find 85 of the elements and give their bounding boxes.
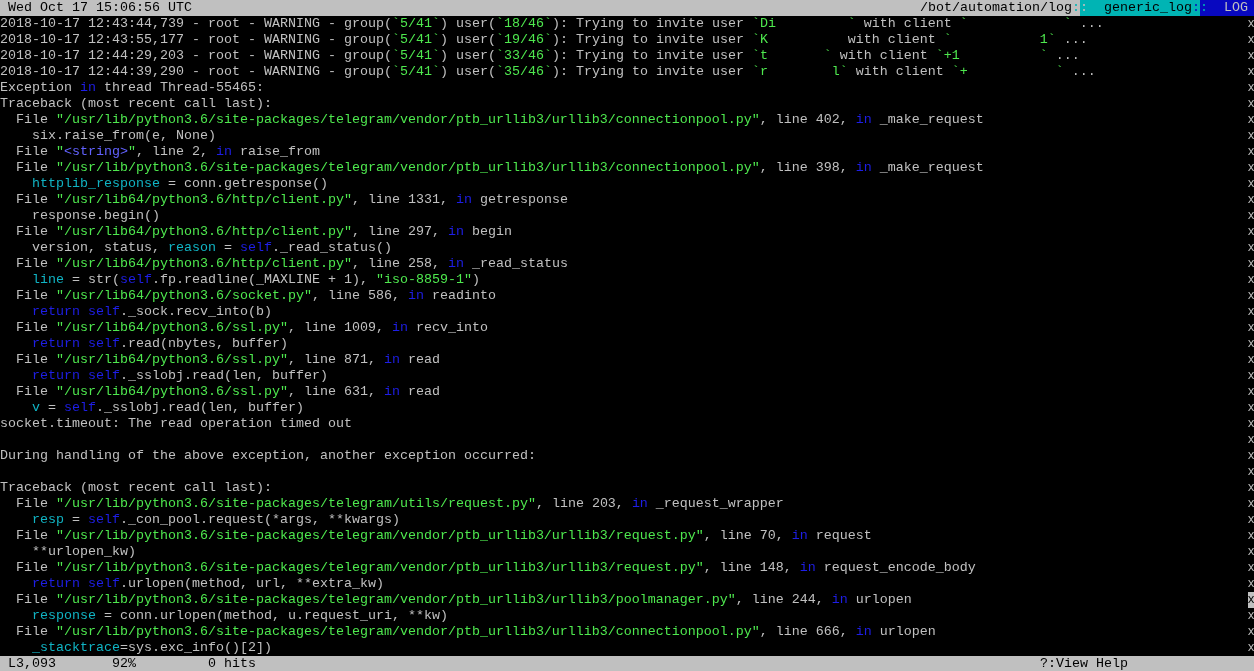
scrollbar-mark: x: [1248, 240, 1254, 256]
scrollbar-mark: x: [1248, 528, 1254, 544]
scrollbar-mark: x: [1248, 96, 1254, 112]
traceback-frame: File "/usr/lib64/python3.6/ssl.py", line 871, in read: [16, 352, 440, 367]
source-line: line = str(self.fp.readline(_MAXLINE + 1), "iso-8859-1"): [32, 272, 480, 287]
scrollbar-mark: x: [1248, 128, 1254, 144]
traceback-frame: File "/usr/lib/python3.6/site-packages/telegram/vendor/ptb_urllib3/urllib3/request.py", line 70, in request: [16, 528, 872, 543]
clock: Wed Oct 17 15:06:56 UTC: [8, 0, 192, 16]
scrollbar-mark: x: [1248, 160, 1254, 176]
scrollbar-mark: x: [1248, 608, 1254, 624]
scrollbar-mark: x: [1248, 224, 1254, 240]
scrollbar-mark: x: [1248, 512, 1254, 528]
source-line: _stacktrace=sys.exc_info()[2]): [32, 640, 272, 655]
scrollbar-mark: x: [1248, 432, 1254, 448]
log-message: Traceback (most recent call last):: [0, 480, 272, 495]
traceback-frame: File "/usr/lib64/python3.6/ssl.py", line 631, in read: [16, 384, 440, 399]
view-mode: : LOG: [1200, 0, 1254, 16]
source-line: return self.read(nbytes, buffer): [32, 336, 288, 351]
source-line: v = self._sslobj.read(len, buffer): [32, 400, 304, 415]
scrollbar-mark: x: [1248, 144, 1254, 160]
scrollbar-mark: x: [1248, 80, 1254, 96]
search-hits: 0 hits: [207, 656, 256, 671]
source-line: version, status, reason = self._read_status(): [32, 240, 392, 255]
scrollbar-mark: x: [1248, 304, 1254, 320]
scrollbar-mark: x: [1248, 416, 1254, 432]
traceback-frame: File "/usr/lib64/python3.6/ssl.py", line 1009, in recv_into: [16, 320, 488, 335]
traceback-frame: File "/usr/lib64/python3.6/socket.py", line 586, in readinto: [16, 288, 496, 303]
log-message: Traceback (most recent call last):: [0, 96, 272, 111]
scrollbar-mark: x: [1248, 256, 1254, 272]
source-line: response.begin(): [32, 208, 160, 223]
scrollbar-mark: x: [1248, 32, 1254, 48]
scrollbar-mark: x: [1248, 480, 1254, 496]
traceback-frame: File "/usr/lib64/python3.6/http/client.py", line 297, in begin: [16, 224, 512, 239]
scrollbar-mark: x: [1248, 448, 1254, 464]
source-line: httplib_response = conn.getresponse(): [32, 176, 328, 191]
source-line: response = conn.urlopen(method, u.request_uri, **kw): [32, 608, 448, 623]
traceback-frame: File "/usr/lib/python3.6/site-packages/telegram/vendor/ptb_urllib3/urllib3/poolmanager.py", line 244, in urlopen: [16, 592, 912, 607]
scrollbar-mark: x: [1248, 464, 1254, 480]
scrollbar-mark: x: [1248, 320, 1254, 336]
scrollbar-mark: x: [1248, 192, 1254, 208]
scrollbar-mark: x: [1248, 64, 1254, 80]
scrollbar-mark: x: [1248, 576, 1254, 592]
traceback-frame: File "/usr/lib/python3.6/site-packages/telegram/utils/request.py", line 203, in _request_wrapper: [16, 496, 784, 511]
scrollbar-mark: x: [1248, 544, 1254, 560]
traceback-frame: File "/usr/lib64/python3.6/http/client.py", line 1331, in getresponse: [16, 192, 568, 207]
log-message: During handling of the above exception, another exception occurred:: [0, 448, 536, 463]
scrollbar-mark: x: [1248, 176, 1254, 192]
log-message: socket.timeout: The read operation timed out: [0, 416, 352, 431]
scrollbar-mark: x: [1248, 624, 1254, 640]
traceback-frame: File "/usr/lib64/python3.6/http/client.py", line 258, in _read_status: [16, 256, 568, 271]
scrollbar-thumb: x: [1248, 592, 1254, 608]
scrollbar-mark: x: [1248, 352, 1254, 368]
traceback-frame: File "/usr/lib/python3.6/site-packages/telegram/vendor/ptb_urllib3/urllib3/connectionpool.py", line 402, in _make_request: [16, 112, 984, 127]
scrollbar-mark: x: [1248, 288, 1254, 304]
scrollbar-mark: x: [1248, 16, 1254, 32]
source-line: return self._sock.recv_into(b): [32, 304, 272, 319]
traceback-frame: File "/usr/lib/python3.6/site-packages/telegram/vendor/ptb_urllib3/urllib3/request.py", line 148, in request_encode_body: [16, 560, 976, 575]
source-line: return self._sslobj.read(len, buffer): [32, 368, 328, 383]
log-entry: 2018-10-17 12:43:44,739 - root - WARNING - group(`5/41`) user(`18/46`): Trying to invite user `Di ` with client ` ` ...: [0, 16, 1104, 31]
scroll-percent: 92%: [111, 656, 136, 671]
traceback-frame: File "<string>", line 2, in raise_from: [16, 144, 320, 159]
help-hint: ?:View Help: [1040, 656, 1128, 671]
scrollbar-mark: x: [1248, 560, 1254, 576]
scrollbar-mark: x: [1248, 336, 1254, 352]
scrollbar-mark: x: [1248, 112, 1254, 128]
scrollbar-mark: x: [1248, 48, 1254, 64]
log-message: Exception in thread Thread-55465:: [0, 80, 264, 95]
source-line: return self.urlopen(method, url, **extra_kw): [32, 576, 384, 591]
source-line: resp = self._con_pool.request(*args, **kwargs): [32, 512, 400, 527]
traceback-frame: File "/usr/lib/python3.6/site-packages/telegram/vendor/ptb_urllib3/urllib3/connectionpool.py", line 666, in urlopen: [16, 624, 936, 639]
scrollbar-mark: x: [1248, 640, 1254, 656]
log-entry: 2018-10-17 12:44:29,203 - root - WARNING - group(`5/41`) user(`33/46`): Trying to invite user `t ` with client `+1 ` ...: [0, 48, 1080, 63]
source-line: **urlopen_kw): [32, 544, 136, 559]
log-entry: 2018-10-17 12:44:39,290 - root - WARNING - group(`5/41`) user(`35/46`): Trying to invite user `r l` with client `+ ` ...: [0, 64, 1096, 79]
traceback-frame: File "/usr/lib/python3.6/site-packages/telegram/vendor/ptb_urllib3/urllib3/connectionpool.py", line 398, in _make_request: [16, 160, 984, 175]
scrollbar-mark: x: [1248, 368, 1254, 384]
source-line: six.raise_from(e, None): [32, 128, 216, 143]
log-entry: 2018-10-17 12:43:55,177 - root - WARNING - group(`5/41`) user(`19/46`): Trying to invite user `K with client ` 1` ...: [0, 32, 1088, 47]
scrollbar-mark: x: [1248, 384, 1254, 400]
scrollbar-mark: x: [1248, 496, 1254, 512]
scrollbar-mark: x: [1248, 272, 1254, 288]
log-format: : generic_log:: [1080, 0, 1200, 16]
line-number: L3,093: [8, 656, 56, 671]
scrollbar-mark: x: [1248, 208, 1254, 224]
scrollbar-mark: x: [1248, 400, 1254, 416]
